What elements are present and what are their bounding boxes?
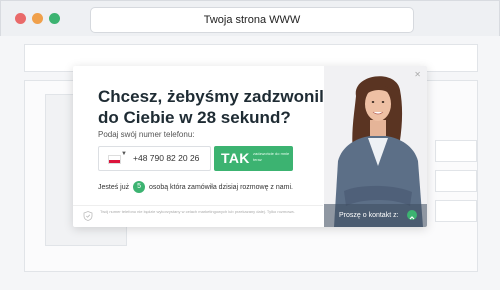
shield-icon: [83, 211, 93, 221]
privacy-note: Twój numer telefonu nie będzie wykorzyst…: [100, 209, 295, 214]
placeholder-line: [435, 200, 477, 222]
headline-line-1: Chcesz, żebyśmy zadzwonili: [98, 87, 329, 106]
phone-prompt: Podaj swój numer telefonu:: [98, 130, 195, 139]
counter-row: Jesteś już 5 osobą która zamówiła dzisia…: [98, 181, 293, 193]
counter-text-after: osobą która zamówiła dzisiaj rozmowę z n…: [149, 183, 293, 191]
call-me-button[interactable]: TAK zadzwońcie do mnie teraz: [214, 146, 293, 171]
divider: [73, 205, 323, 206]
chevron-down-icon[interactable]: ▼: [121, 151, 127, 157]
placeholder-line: [435, 170, 477, 192]
counter-text-before: Jesteś już: [98, 183, 130, 191]
phone-input[interactable]: ▼ +48 790 82 20 26: [98, 146, 211, 171]
contact-expand-icon[interactable]: [407, 210, 417, 220]
minimize-dot-icon[interactable]: [32, 13, 43, 24]
popup-headline: Chcesz, żebyśmy zadzwonili do Ciebie w 2…: [98, 86, 329, 128]
poland-flag-icon[interactable]: [108, 155, 121, 164]
counter-badge: 5: [133, 181, 146, 193]
call-me-sublabel: zadzwońcie do mnie teraz: [253, 151, 290, 162]
headline-line-2: do Ciebie w 28 sekund?: [98, 108, 291, 127]
agent-photo-panel: ✕ Proszę o kontakt z:: [324, 66, 427, 227]
close-dot-icon[interactable]: [15, 13, 26, 24]
maximize-dot-icon[interactable]: [49, 13, 60, 24]
agent-photo: [324, 66, 427, 227]
close-icon[interactable]: ✕: [414, 70, 421, 79]
window-controls: [15, 13, 60, 24]
address-bar[interactable]: Twoja strona WWW: [90, 7, 414, 33]
call-me-label: TAK: [221, 150, 250, 166]
placeholder-line: [435, 140, 477, 162]
phone-value[interactable]: +48 790 82 20 26: [133, 153, 199, 163]
callback-popup: Chcesz, żebyśmy zadzwonili do Ciebie w 2…: [73, 66, 427, 227]
contact-label: Proszę o kontakt z:: [339, 212, 399, 219]
